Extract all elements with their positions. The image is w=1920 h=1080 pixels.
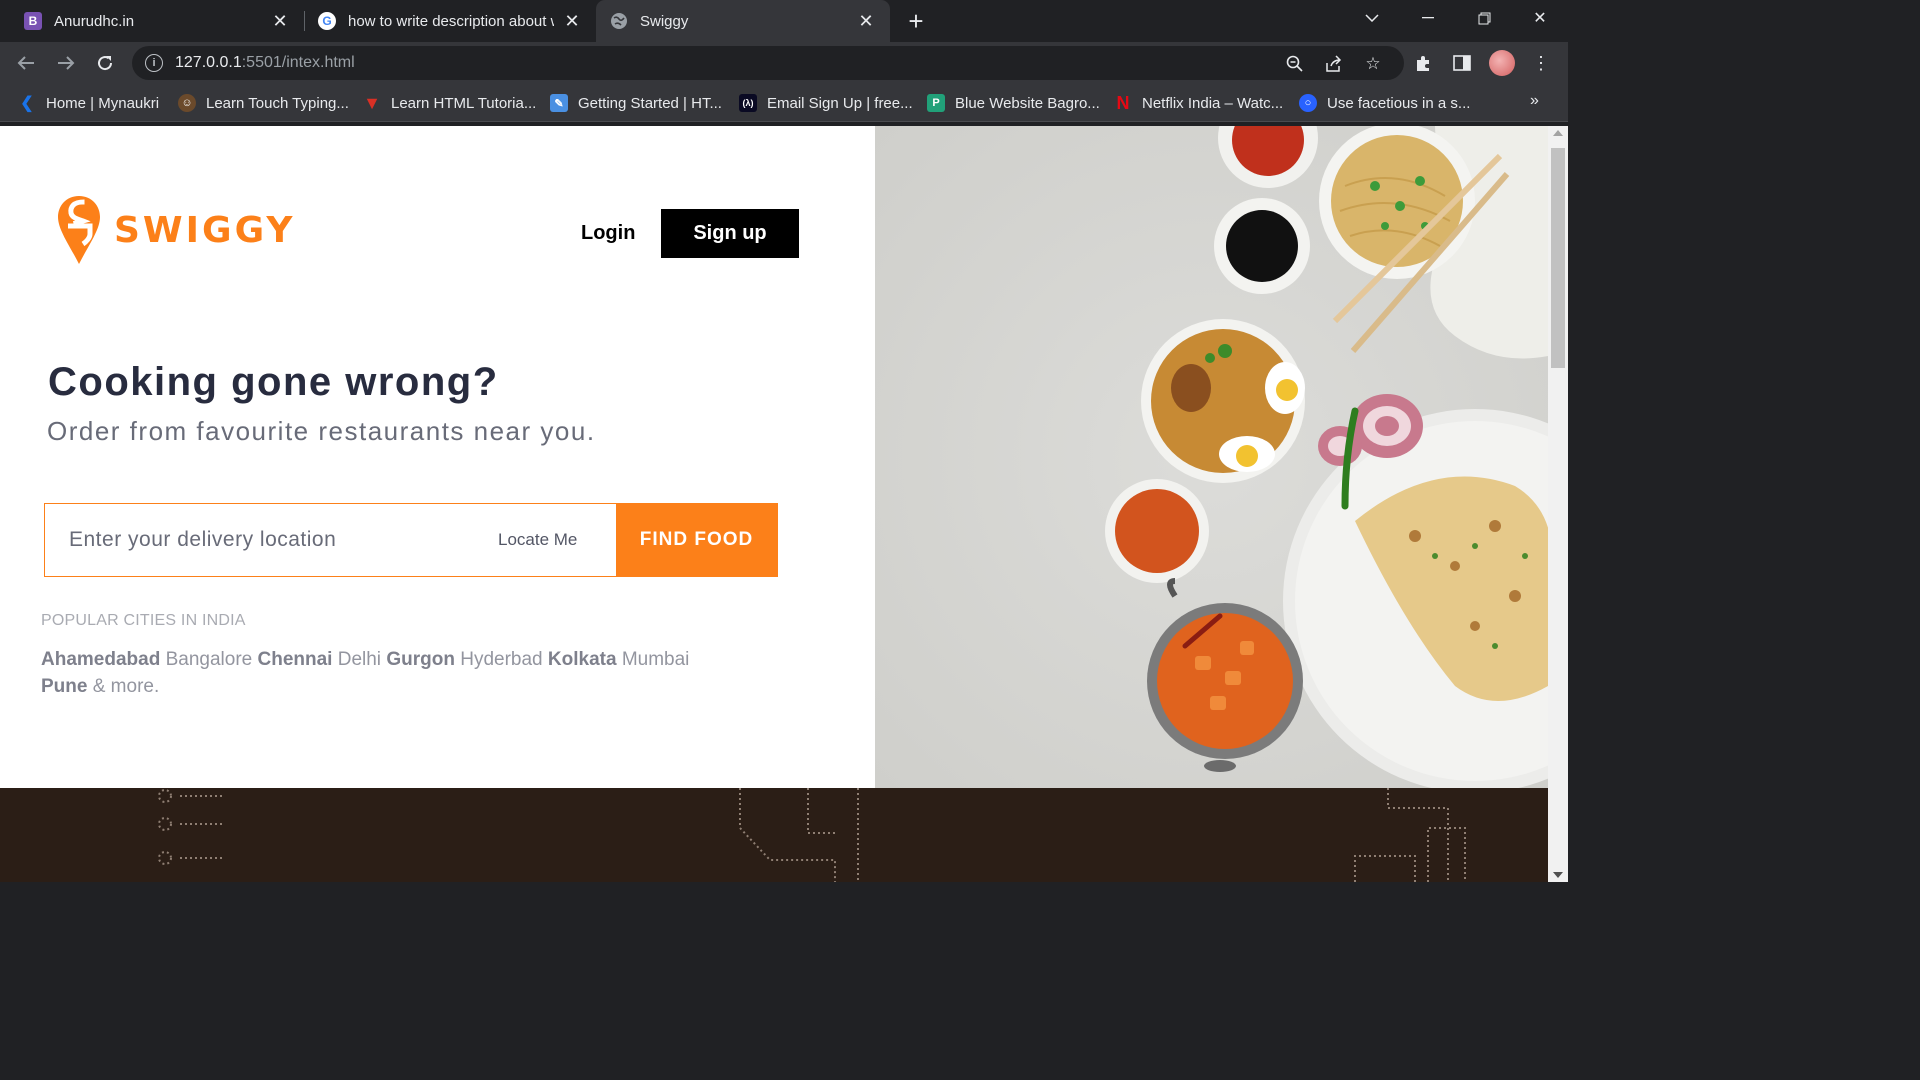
popular-cities-title: POPULAR CITIES IN INDIA	[41, 612, 246, 629]
signup-button[interactable]: Sign up	[661, 209, 799, 258]
login-link[interactable]: Login	[581, 222, 635, 245]
bookmark-label: Learn HTML Tutoria...	[391, 94, 537, 112]
page-scrollbar[interactable]	[1548, 126, 1568, 882]
tab-title: Anurudhc.in	[54, 12, 135, 30]
city-link-pune[interactable]: Pune	[41, 676, 87, 697]
city-link-kolkata[interactable]: Kolkata	[548, 649, 617, 670]
blue-website-icon: P	[927, 94, 945, 112]
bookmark-email-signup[interactable]: (λ) Email Sign Up | free...	[739, 92, 913, 114]
tab-separator	[304, 11, 305, 31]
globe-icon	[610, 12, 628, 30]
netflix-icon: N	[1116, 92, 1130, 113]
side-panel-icon[interactable]	[1450, 51, 1474, 75]
bookmark-mynaukri[interactable]: ❮ Home | Mynaukri	[18, 92, 159, 114]
new-tab-button[interactable]: +	[902, 6, 930, 36]
locate-me-button[interactable]: Locate Me	[498, 504, 616, 576]
bookmark-getting-started[interactable]: ✎ Getting Started | HT...	[550, 92, 722, 114]
tab-title: Swiggy	[640, 12, 689, 30]
bookmark-netflix[interactable]: N Netflix India – Watc...	[1114, 92, 1284, 114]
close-icon[interactable]: ✕	[856, 11, 876, 31]
city-link-gurgon[interactable]: Gurgon	[386, 649, 455, 670]
back-arrow-icon[interactable]	[12, 49, 40, 77]
bookmark-label: Netflix India – Watc...	[1142, 94, 1284, 112]
close-icon[interactable]: ✕	[562, 11, 582, 31]
bookmark-html-tutorial[interactable]: ▼ Learn HTML Tutoria...	[363, 92, 536, 114]
popular-cities-list: Ahamedabad Bangalore Chennai Delhi Gurgo…	[41, 646, 701, 700]
city-link-hyderbad[interactable]: Hyderbad	[460, 649, 542, 670]
window-close-icon[interactable]: ✕	[1512, 0, 1568, 36]
bookmark-label: Email Sign Up | free...	[767, 94, 913, 112]
city-link-bangalore[interactable]: Bangalore	[166, 649, 253, 670]
hero-food-image	[875, 126, 1548, 788]
browser-toolbar: i 127.0.0.1:5501/intex.html ☆ ⋮	[0, 42, 1568, 84]
scroll-down-icon[interactable]	[1553, 872, 1563, 878]
swiggy-pin-icon	[58, 196, 100, 264]
restore-icon[interactable]	[1456, 0, 1512, 36]
bookmark-label: Learn Touch Typing...	[206, 94, 349, 112]
url-host: 127.0.0.1	[175, 54, 242, 71]
bootstrap-icon: B	[24, 12, 42, 30]
delivery-location-input[interactable]	[45, 504, 498, 576]
extensions-icon[interactable]	[1411, 51, 1435, 75]
bookmark-label: Blue Website Bagro...	[955, 94, 1100, 112]
bookmark-label: Getting Started | HT...	[578, 94, 722, 112]
tab-title: how to write description about w	[348, 12, 554, 30]
bookmark-label: Home | Mynaukri	[46, 94, 160, 112]
footer-decorative-band	[0, 788, 1548, 882]
tab-strip: B Anurudhc.in ✕ G how to write descripti…	[0, 0, 1568, 42]
forward-arrow-icon[interactable]	[52, 49, 80, 77]
url-text[interactable]: 127.0.0.1:5501/intex.html	[175, 54, 355, 72]
freecodecamp-icon: (λ)	[739, 94, 757, 112]
page-viewport: SWIGGY Login Sign up Cooking gone wrong?…	[0, 126, 1548, 882]
city-link-mumbai[interactable]: Mumbai	[622, 649, 690, 670]
mynaukri-icon: ❮	[20, 95, 34, 112]
minimize-icon[interactable]	[1400, 0, 1456, 36]
brand-wordmark: SWIGGY	[114, 209, 296, 251]
site-info-icon[interactable]: i	[145, 54, 163, 72]
location-search-bar: Locate Me FIND FOOD	[44, 503, 778, 577]
bookmark-label: Use facetious in a s...	[1327, 94, 1471, 112]
city-link-delhi[interactable]: Delhi	[338, 649, 381, 670]
scroll-up-icon[interactable]	[1553, 130, 1563, 136]
bookmark-facetious[interactable]: ○ Use facetious in a s...	[1299, 92, 1470, 114]
city-link-chennai[interactable]: Chennai	[258, 649, 333, 670]
getting-started-icon: ✎	[550, 94, 568, 112]
menu-kebab-icon[interactable]: ⋮	[1529, 51, 1553, 75]
zoom-icon[interactable]	[1284, 53, 1306, 75]
hero-subline: Order from favourite restaurants near yo…	[47, 416, 596, 446]
typing-icon: ☺	[178, 94, 196, 112]
bookmark-blue-website[interactable]: P Blue Website Bagro...	[927, 92, 1100, 114]
more-bookmarks-chevron-icon[interactable]: »	[1530, 92, 1539, 110]
find-food-button[interactable]: FIND FOOD	[616, 504, 777, 576]
share-icon[interactable]	[1323, 53, 1345, 75]
profile-avatar[interactable]	[1489, 50, 1515, 76]
bookmark-touch-typing[interactable]: ☺ Learn Touch Typing...	[178, 92, 349, 114]
cities-more: & more.	[92, 676, 160, 697]
swiggy-logo[interactable]: SWIGGY	[56, 194, 295, 266]
address-bar[interactable]: i 127.0.0.1:5501/intex.html ☆	[132, 46, 1404, 80]
tab-anurudhc[interactable]: B Anurudhc.in ✕	[0, 0, 304, 42]
tab-swiggy[interactable]: Swiggy ✕	[596, 0, 890, 42]
tutorial-icon: ▼	[363, 92, 381, 113]
scrollbar-thumb[interactable]	[1551, 148, 1565, 368]
close-icon[interactable]: ✕	[270, 11, 290, 31]
hero-headline: Cooking gone wrong?	[48, 360, 499, 404]
reload-icon[interactable]	[91, 49, 119, 77]
bookmark-star-icon[interactable]: ☆	[1362, 53, 1384, 75]
google-icon: G	[318, 12, 336, 30]
city-link-ahamedabad[interactable]: Ahamedabad	[41, 649, 160, 670]
url-path: :5501/intex.html	[241, 54, 355, 71]
bookmarks-bar: ❮ Home | Mynaukri ☺ Learn Touch Typing..…	[0, 84, 1568, 122]
tab-search-chevron-icon[interactable]	[1344, 0, 1400, 36]
tab-google-search[interactable]: G how to write description about w ✕	[306, 0, 596, 42]
facetious-icon: ○	[1299, 94, 1317, 112]
